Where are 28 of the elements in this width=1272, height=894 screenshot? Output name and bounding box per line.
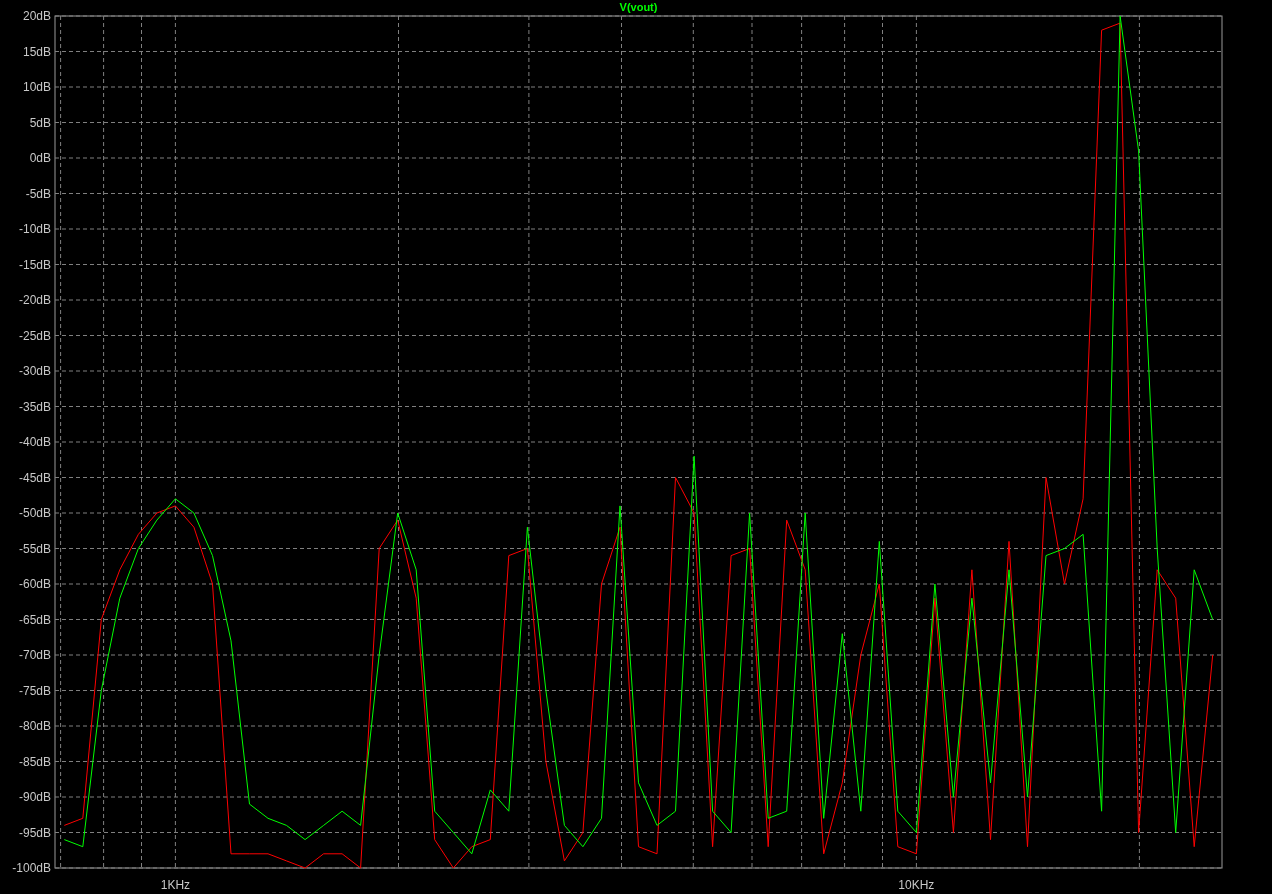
- y-tick-label: -80dB: [18, 719, 51, 733]
- y-tick-label: -10dB: [18, 222, 51, 236]
- y-tick-label: -65dB: [18, 612, 51, 627]
- y-tick-label: -30dB: [18, 364, 51, 378]
- y-tick-label: -55dB: [18, 541, 51, 556]
- y-tick-label: 0dB: [29, 151, 51, 165]
- y-tick-label: -75dB: [18, 683, 51, 698]
- y-tick-label: -50dB: [18, 506, 51, 520]
- y-tick-label: -45dB: [18, 470, 51, 485]
- y-tick-label: 5dB: [29, 115, 51, 130]
- y-tick-label: -90dB: [18, 790, 51, 804]
- y-tick-label: -95dB: [18, 825, 51, 840]
- y-tick-label: -25dB: [18, 328, 51, 343]
- y-tick-label: 10dB: [22, 80, 51, 94]
- y-tick-label: -60dB: [18, 577, 51, 591]
- plot-title: V(vout): [619, 1, 658, 13]
- y-tick-label: -40dB: [18, 435, 51, 449]
- y-tick-label: 15dB: [22, 44, 51, 59]
- y-tick-label: -15dB: [18, 257, 51, 272]
- y-tick-label: -35dB: [18, 399, 51, 414]
- y-tick-label: -100dB: [12, 861, 51, 875]
- y-tick-label: -5dB: [25, 186, 51, 201]
- y-tick-label: -20dB: [18, 293, 51, 307]
- y-tick-label: -85dB: [18, 754, 51, 769]
- y-tick-label: 20dB: [22, 9, 51, 23]
- x-tick-label: 10KHz: [898, 878, 935, 892]
- x-tick-label: 1KHz: [160, 878, 191, 892]
- y-tick-label: -70dB: [18, 648, 51, 662]
